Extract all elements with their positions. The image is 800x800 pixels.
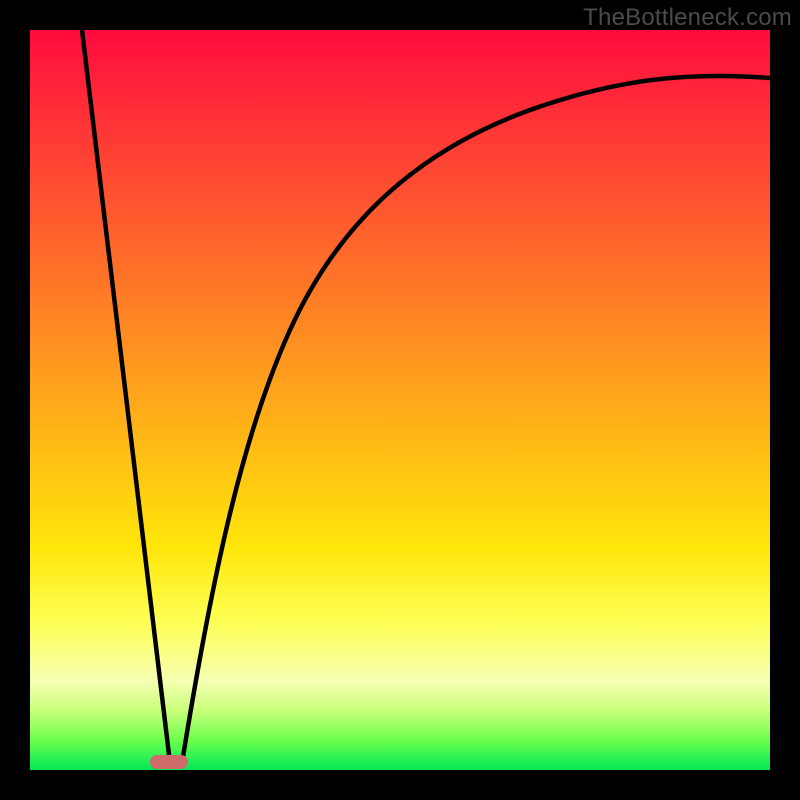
curves-svg xyxy=(30,30,770,770)
plot-area xyxy=(30,30,770,770)
bottleneck-marker xyxy=(150,755,188,769)
right-curve xyxy=(182,76,770,763)
chart-frame: TheBottleneck.com xyxy=(0,0,800,800)
watermark-text: TheBottleneck.com xyxy=(583,4,792,32)
left-line xyxy=(82,30,170,763)
